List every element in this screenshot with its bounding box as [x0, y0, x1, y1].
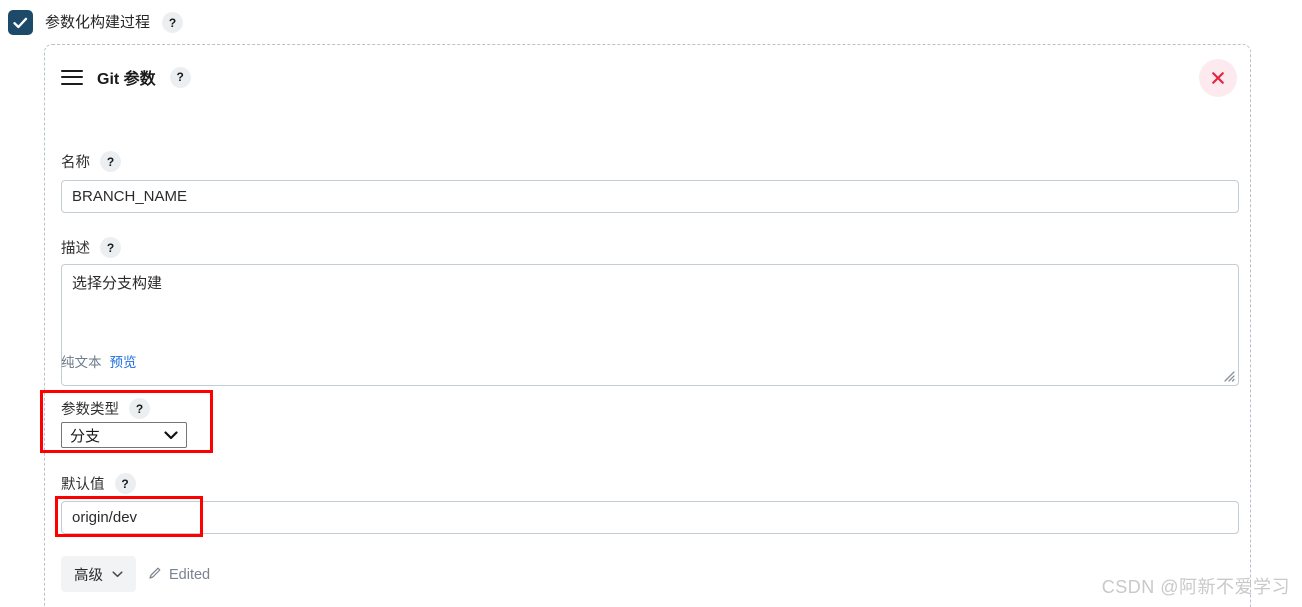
description-mode-links: 纯文本 预览 [61, 351, 137, 371]
param-type-select[interactable]: 分支 [61, 422, 187, 448]
param-type-help-icon[interactable]: ? [129, 398, 150, 419]
advanced-button-label: 高级 [74, 567, 103, 584]
name-input[interactable] [61, 180, 1239, 213]
watermark: CSDN @阿新不爱学习 [1101, 577, 1290, 597]
param-type-label: 参数类型 [61, 402, 119, 418]
default-value-label: 默认值 [61, 477, 105, 493]
card-header: Git 参数 ? [61, 65, 191, 89]
default-value-label-row: 默认值 ? [61, 473, 136, 494]
param-type-selected-value: 分支 [70, 427, 101, 445]
close-icon [1212, 72, 1224, 84]
description-label: 描述 [61, 241, 90, 257]
chevron-down-icon [112, 566, 123, 582]
close-button[interactable] [1199, 59, 1237, 97]
section-help-icon[interactable]: ? [162, 12, 184, 33]
plain-text-mode-label: 纯文本 [61, 355, 102, 370]
git-parameter-card: Git 参数 ? 名称 ? 描述 ? 纯文本 预览 参 [44, 44, 1251, 607]
card-help-icon[interactable]: ? [169, 66, 191, 88]
section-title: 参数化构建过程 [45, 14, 151, 31]
description-help-icon[interactable]: ? [100, 237, 121, 258]
preview-link[interactable]: 预览 [110, 351, 137, 371]
parameterized-build-checkbox[interactable] [8, 10, 33, 35]
default-value-help-icon[interactable]: ? [114, 473, 136, 494]
check-icon [13, 17, 28, 28]
card-title: Git 参数 [97, 71, 156, 88]
parameterized-build-section-header: 参数化构建过程 ? [8, 10, 184, 35]
name-label: 名称 [61, 155, 90, 171]
default-value-input[interactable] [61, 501, 1239, 534]
edited-label: Edited [169, 567, 211, 583]
hamburger-icon[interactable] [61, 69, 83, 85]
pencil-icon [148, 566, 162, 584]
name-help-icon[interactable]: ? [100, 151, 121, 172]
param-type-label-row: 参数类型 ? [61, 398, 150, 419]
description-textarea[interactable] [61, 264, 1239, 386]
edited-status: Edited [148, 566, 210, 584]
description-field-label-row: 描述 ? [61, 237, 121, 258]
advanced-button[interactable]: 高级 [61, 556, 136, 592]
chevron-down-icon [164, 430, 178, 440]
page-root: 参数化构建过程 ? Git 参数 ? 名称 ? 描述 ? [0, 0, 1302, 607]
name-field-label-row: 名称 ? [61, 151, 121, 172]
